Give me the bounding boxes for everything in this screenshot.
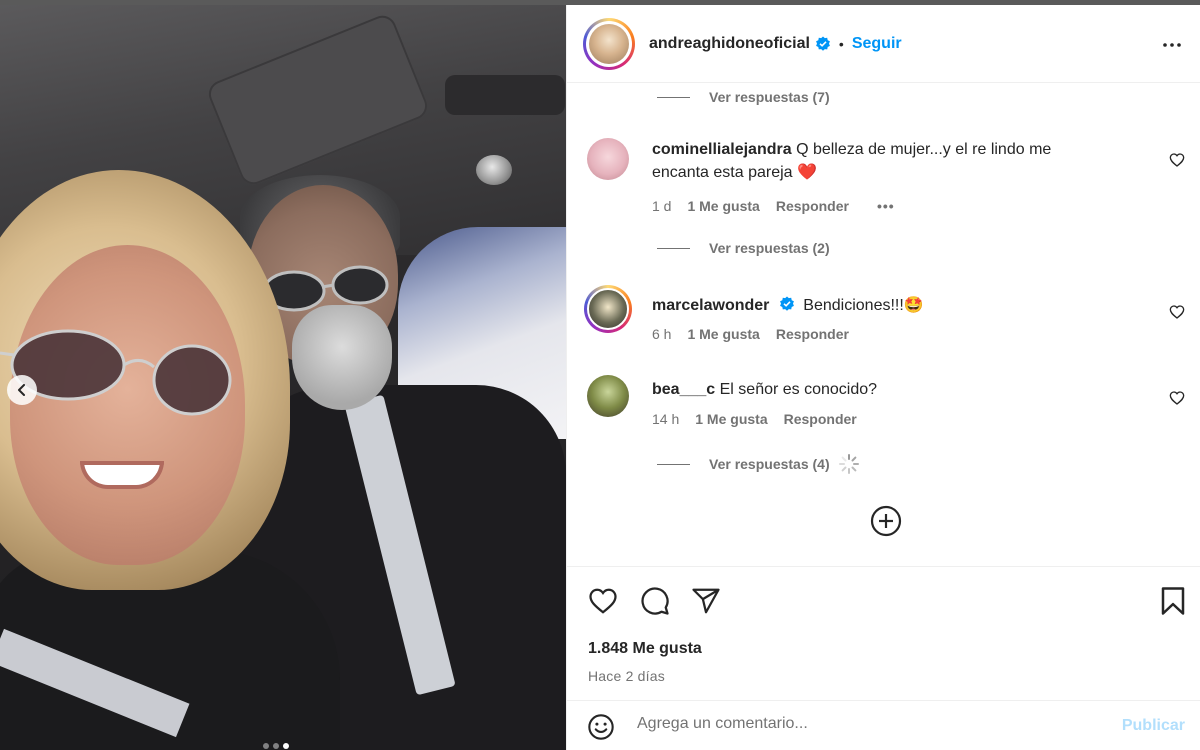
commenter-avatar[interactable] [584,285,632,333]
reply-button[interactable]: Responder [776,326,849,342]
view-replies-button[interactable]: Ver respuestas (2) [657,240,830,256]
more-options-icon[interactable] [1160,33,1184,57]
replies-line [657,247,690,249]
likes-count[interactable]: 1.848 Me gusta [588,640,702,658]
follow-button[interactable]: Seguir [852,35,902,53]
emoji-picker-icon[interactable] [587,713,615,741]
comment-body: bea___c El señor es conocido? [652,378,1112,401]
like-comment-heart-icon[interactable] [1169,304,1185,320]
view-replies-label: Ver respuestas (7) [709,89,830,105]
comment-age[interactable]: 6 h [652,326,671,342]
comment-meta: 14 h 1 Me gusta Responder [652,411,857,427]
comment-meta: 6 h 1 Me gusta Responder [652,326,849,342]
star-eyes-emoji: 🤩 [903,297,924,314]
carousel-prev-button[interactable] [7,375,37,405]
save-bookmark-icon[interactable] [1160,586,1186,616]
post-header: andreaghidoneoficial • Seguir [567,5,1200,83]
reply-button[interactable]: Responder [784,411,857,427]
avatar-image [589,23,629,64]
comment-age[interactable]: 14 h [652,411,679,427]
verified-badge-icon [779,296,795,312]
comment-composer: Publicar [567,700,1200,750]
comment-likes[interactable]: 1 Me gusta [687,198,759,214]
view-replies-button[interactable]: Ver respuestas (7) [657,89,830,105]
comment-text: El señor es conocido? [719,381,878,398]
share-send-icon[interactable] [691,586,721,616]
view-replies-label: Ver respuestas (4) [709,456,830,472]
load-more-comments-icon[interactable] [870,505,902,537]
carousel-dot-active [283,743,289,749]
carousel-dot [263,743,269,749]
comment-age[interactable]: 1 d [652,198,671,214]
comment-more-button[interactable]: ••• [877,198,895,214]
post-actions: 1.848 Me gusta Hace 2 días [567,566,1200,700]
separator-dot: • [838,35,844,52]
comment-text: Bendiciones!!! [803,297,904,314]
verified-badge-icon [815,36,831,52]
grab-handle [445,75,565,115]
replies-line [657,96,690,98]
comment-username[interactable]: cominellialejandra [652,141,792,158]
post-side-panel: andreaghidoneoficial • Seguir Ver respue… [566,5,1200,750]
commenter-avatar[interactable] [587,375,629,417]
author-avatar[interactable] [583,17,635,70]
replies-line [657,463,690,465]
carousel-dot [273,743,279,749]
comment-input[interactable] [637,715,1107,733]
publish-button[interactable]: Publicar [1122,717,1185,735]
reply-button[interactable]: Responder [776,198,849,214]
view-replies-label: Ver respuestas (2) [709,240,830,256]
like-heart-icon[interactable] [587,586,619,616]
heart-emoji: ❤️ [797,164,817,181]
commenter-avatar[interactable] [587,138,629,180]
comment-username[interactable]: bea___c [652,381,715,398]
post-date[interactable]: Hace 2 días [588,668,665,684]
loading-spinner-icon [838,454,859,474]
view-replies-button[interactable]: Ver respuestas (4) [657,453,860,475]
comments-list: Ver respuestas (7) cominellialejandra Q … [567,83,1200,566]
like-comment-heart-icon[interactable] [1169,152,1185,168]
chevron-left-icon [18,384,25,396]
comment-meta: 1 d 1 Me gusta Responder ••• [652,198,895,214]
comment-likes[interactable]: 1 Me gusta [695,411,767,427]
comment-bubble-icon[interactable] [639,586,671,616]
woman-sunglasses [0,329,232,416]
comment-body: cominellialejandra Q belleza de mujer...… [652,138,1112,184]
man-sunglasses [262,265,389,312]
author-username[interactable]: andreaghidoneoficial [649,35,810,53]
man-beard [292,305,392,410]
carousel-dots [263,743,289,749]
comment-username[interactable]: marcelawonder [652,297,769,314]
dome-light [476,155,512,185]
post-photo[interactable] [0,5,566,750]
comment-body: marcelawonder Bendiciones!!!🤩 [652,294,1112,317]
like-comment-heart-icon[interactable] [1169,390,1185,406]
comment-likes[interactable]: 1 Me gusta [687,326,759,342]
